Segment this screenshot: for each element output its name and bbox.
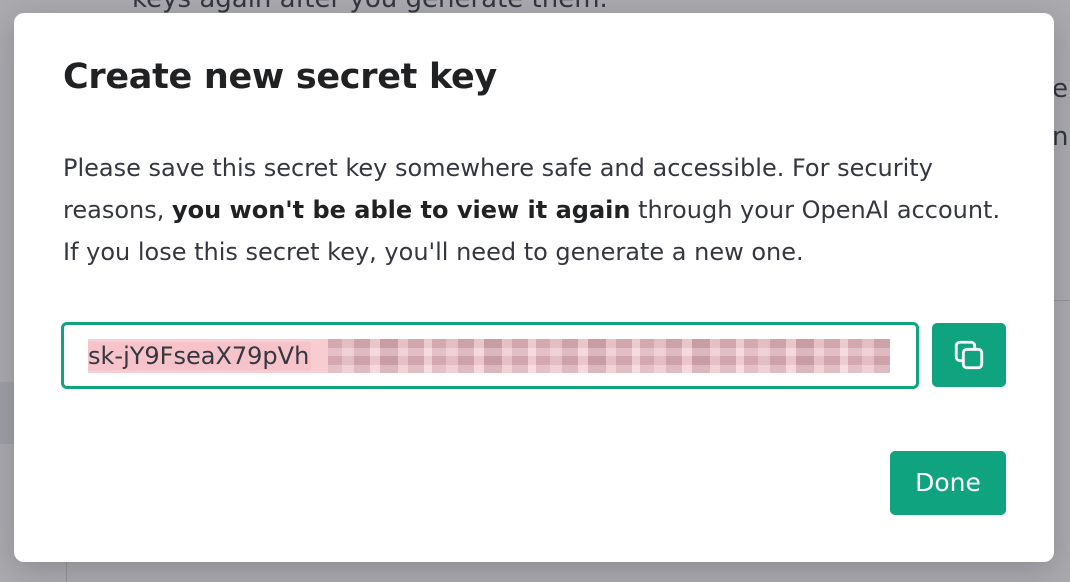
secret-key-visible-text: sk-jY9FseaX79pVh (88, 342, 312, 370)
dialog-description: Please save this secret key somewhere sa… (63, 147, 1003, 273)
create-secret-key-dialog: Create new secret key Please save this s… (14, 13, 1054, 562)
done-button[interactable]: Done (890, 451, 1006, 515)
dialog-title: Create new secret key (63, 57, 497, 97)
secret-key-redaction (328, 339, 890, 373)
description-emphasis: you won't be able to view it again (171, 196, 631, 224)
secret-key-value[interactable]: sk-jY9FseaX79pVh (88, 339, 890, 373)
copy-key-button[interactable] (932, 323, 1006, 387)
secret-key-field[interactable]: sk-jY9FseaX79pVh (61, 322, 919, 389)
copy-icon (954, 340, 984, 370)
